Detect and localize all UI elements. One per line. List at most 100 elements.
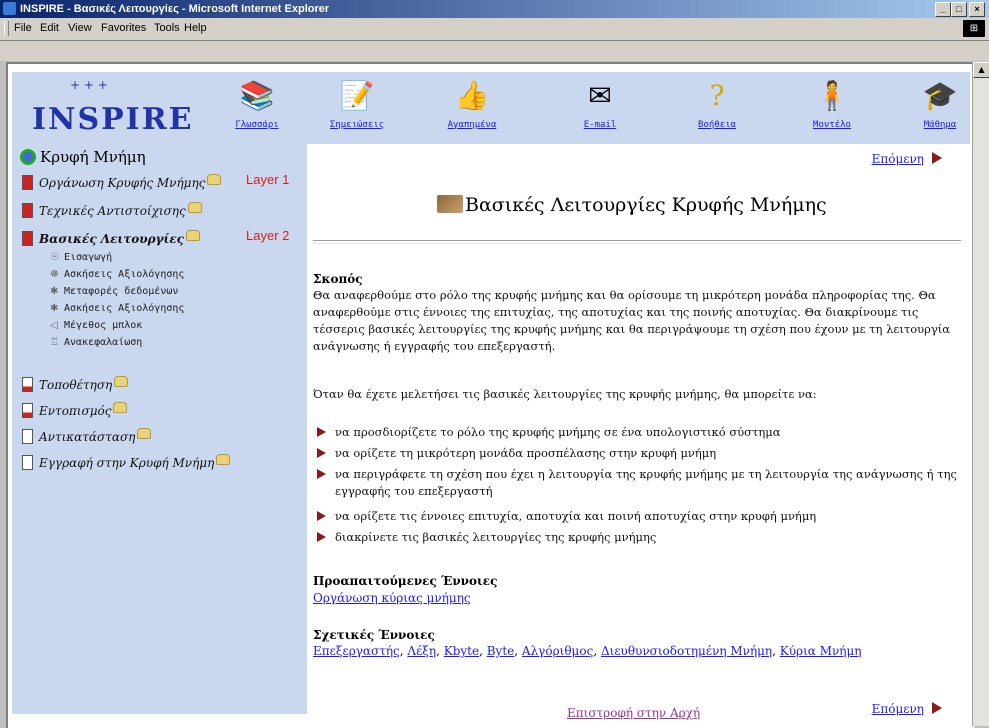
sidebar-item-replacement[interactable]: Αντικατάσταση [22, 428, 152, 444]
home-link[interactable]: Επιστροφή στην Αρχή [567, 706, 700, 720]
related-links: Επεξεργαστής, Λέξη, Kbyte, Byte, Αλγόριθ… [313, 644, 862, 658]
subitem-label: Μεταφορές δεδομένων [64, 286, 179, 297]
subitem-data-transfers[interactable]: ✱ Μεταφορές δεδομένων [50, 286, 178, 297]
minimize-button[interactable]: _ [935, 2, 951, 17]
next-arrow-icon[interactable] [932, 702, 942, 714]
related-link[interactable]: Kbyte [444, 644, 479, 658]
intro-text: Όταν θα έχετε μελετήσει τις βασικές λειτ… [313, 387, 817, 401]
site-header: + + + INSPIRE 📚 Γλωσσάρι 📝 Σημειώσεις 👍 … [12, 72, 970, 144]
bullet-arrow-icon [317, 427, 326, 437]
scroll-up-arrow-icon[interactable]: ▲ [973, 62, 989, 78]
bullet-arrow-icon [317, 469, 326, 479]
menu-file[interactable]: File [14, 22, 32, 34]
lesson-icon: 🎓 [922, 79, 958, 112]
bullet-arrow-icon [317, 532, 326, 542]
related-link[interactable]: Byte [487, 644, 515, 658]
objective-item: διακρίνετε τις βασικές λειτουργίες της κ… [317, 529, 957, 546]
exercise-icon: ✱ [50, 303, 59, 314]
menu-help[interactable]: Help [184, 22, 207, 34]
maximize-button[interactable]: □ [951, 2, 967, 17]
next-link-label[interactable]: Επόμενη [872, 152, 924, 166]
summary-icon: ♖ [50, 337, 59, 348]
sidebar-item-placement[interactable]: Τοποθέτηση [22, 376, 129, 392]
nav-label[interactable]: Αγαπημένα [432, 120, 512, 130]
related-link[interactable]: Επεξεργαστής [313, 644, 400, 658]
subitem-label: Εισαγωγή [64, 252, 113, 263]
email-icon: ✉ [588, 79, 612, 112]
related-link[interactable]: Λέξη [407, 644, 436, 658]
related-link[interactable]: Αλγόριθμος [522, 644, 593, 658]
sidebar-item-label: Εγγραφή στην Κρυφή Μνήμη [39, 456, 215, 470]
sidebar-item-cache-organization[interactable]: Οργάνωση Κρυφής Μνήμης [22, 174, 222, 190]
book-red-icon [22, 175, 33, 190]
purpose-heading: Σκοπός [313, 272, 363, 286]
menu-favorites[interactable]: Favorites [101, 22, 146, 34]
cake-icon [216, 454, 231, 465]
page-title: Βασικές Λειτουργίες Κρυφής Μνήμης [437, 194, 827, 216]
sidebar-title[interactable]: Κρυφή Μνήμη [20, 148, 146, 166]
objective-item: να ορίζετε τη μικρότερη μονάδα προσπέλασ… [317, 445, 957, 462]
nav-lesson[interactable]: 🎓 Μάθημα [900, 78, 980, 130]
nav-glossary[interactable]: 📚 Γλωσσάρι [217, 78, 297, 130]
book-half-icon [22, 377, 33, 392]
next-link-top[interactable]: Επόμενη [872, 152, 942, 166]
sidebar-item-mapping-techniques[interactable]: Τεχνικές Αντιστοίχισης [22, 202, 202, 218]
model-icon: 🧍 [814, 79, 850, 112]
nav-help[interactable]: ? Βοήθεια [677, 78, 757, 130]
inspire-logo: INSPIRE [32, 102, 194, 137]
nav-label[interactable]: Σημειώσεις [317, 120, 397, 130]
nav-label[interactable]: Βοήθεια [677, 120, 757, 130]
transfer-icon: ✱ [50, 286, 59, 297]
related-link[interactable]: Διευθυνσιοδοτημένη Μνήμη [601, 644, 772, 658]
sidebar-item-label: Τοποθέτηση [39, 378, 113, 392]
cake-icon [137, 428, 152, 439]
nav-favorites[interactable]: 👍 Αγαπημένα [432, 78, 512, 130]
vertical-scrollbar[interactable]: ▲ [972, 62, 989, 726]
prereq-link[interactable]: Οργάνωση κύριας μνήμης [313, 591, 471, 605]
menu-tools[interactable]: Tools [154, 22, 180, 34]
open-book-icon [437, 195, 463, 213]
nav-label[interactable]: Γλωσσάρι [217, 120, 297, 130]
menu-edit[interactable]: Edit [40, 22, 59, 34]
purpose-text: Θα αναφερθούμε στο ρόλο της κρυφής μνήμη… [313, 288, 951, 353]
menu-view[interactable]: View [68, 22, 92, 34]
nav-notes[interactable]: 📝 Σημειώσεις [317, 78, 397, 130]
cake-icon [113, 402, 128, 413]
subitem-block-size[interactable]: ◁ Μέγεθος μπλοκ [50, 320, 142, 331]
objective-item: να ορίζετε τις έννοιες επιτυχία, αποτυχί… [317, 508, 957, 525]
favorites-icon: 👍 [454, 79, 490, 112]
sidebar-item-lookup[interactable]: Εντοπισμός [22, 402, 128, 418]
prereq-heading: Προαπαιτούμενες Έννοιες [313, 574, 498, 588]
block-icon: ◁ [50, 320, 58, 331]
bullet-arrow-icon [317, 511, 326, 521]
window-title: INSPIRE - Βασικές Λειτουργίες - Microsof… [20, 3, 330, 15]
nav-model[interactable]: 🧍 Μοντέλο [792, 78, 872, 130]
sidebar-item-label: Τεχνικές Αντιστοίχισης [39, 204, 186, 218]
subitem-exercises-1[interactable]: ☸ Ασκήσεις Αξιολόγησης [50, 269, 184, 280]
sidebar-item-label: Αντικατάσταση [39, 430, 136, 444]
sidebar: Κρυφή Μνήμη Οργάνωση Κρυφής Μνήμης Layer… [12, 144, 307, 714]
next-link-label[interactable]: Επόμενη [872, 702, 924, 716]
objective-item: να περιγράφετε τη σχέση που έχει η λειτο… [317, 466, 957, 500]
cake-icon [185, 230, 200, 241]
ie-icon [3, 2, 16, 15]
search-lens-icon [20, 149, 36, 165]
help-icon: ? [709, 79, 725, 112]
subitem-introduction[interactable]: ☉ Εισαγωγή [50, 252, 112, 263]
next-arrow-icon[interactable] [932, 152, 942, 164]
sidebar-item-write-cache[interactable]: Εγγραφή στην Κρυφή Μνήμη [22, 454, 231, 470]
nav-label[interactable]: Μάθημα [900, 120, 980, 130]
related-link[interactable]: Κύρια Μνήμη [780, 644, 862, 658]
close-button[interactable]: × [969, 2, 985, 17]
sidebar-item-basic-operations[interactable]: Βασικές Λειτουργίες [22, 230, 200, 246]
book-white-icon [22, 429, 33, 444]
book-white-icon [22, 455, 33, 470]
bullet-arrow-icon [317, 448, 326, 458]
nav-label[interactable]: Μοντέλο [792, 120, 872, 130]
subitem-exercises-2[interactable]: ✱ Ασκήσεις Αξιολόγησης [50, 303, 184, 314]
nav-email[interactable]: ✉ E-mail [560, 78, 640, 130]
subitem-summary[interactable]: ♖ Ανακεφαλαίωση [50, 337, 142, 348]
nav-label[interactable]: E-mail [560, 120, 640, 130]
next-link-bottom[interactable]: Επόμενη [872, 702, 942, 716]
subitem-label: Ανακεφαλαίωση [64, 337, 143, 348]
